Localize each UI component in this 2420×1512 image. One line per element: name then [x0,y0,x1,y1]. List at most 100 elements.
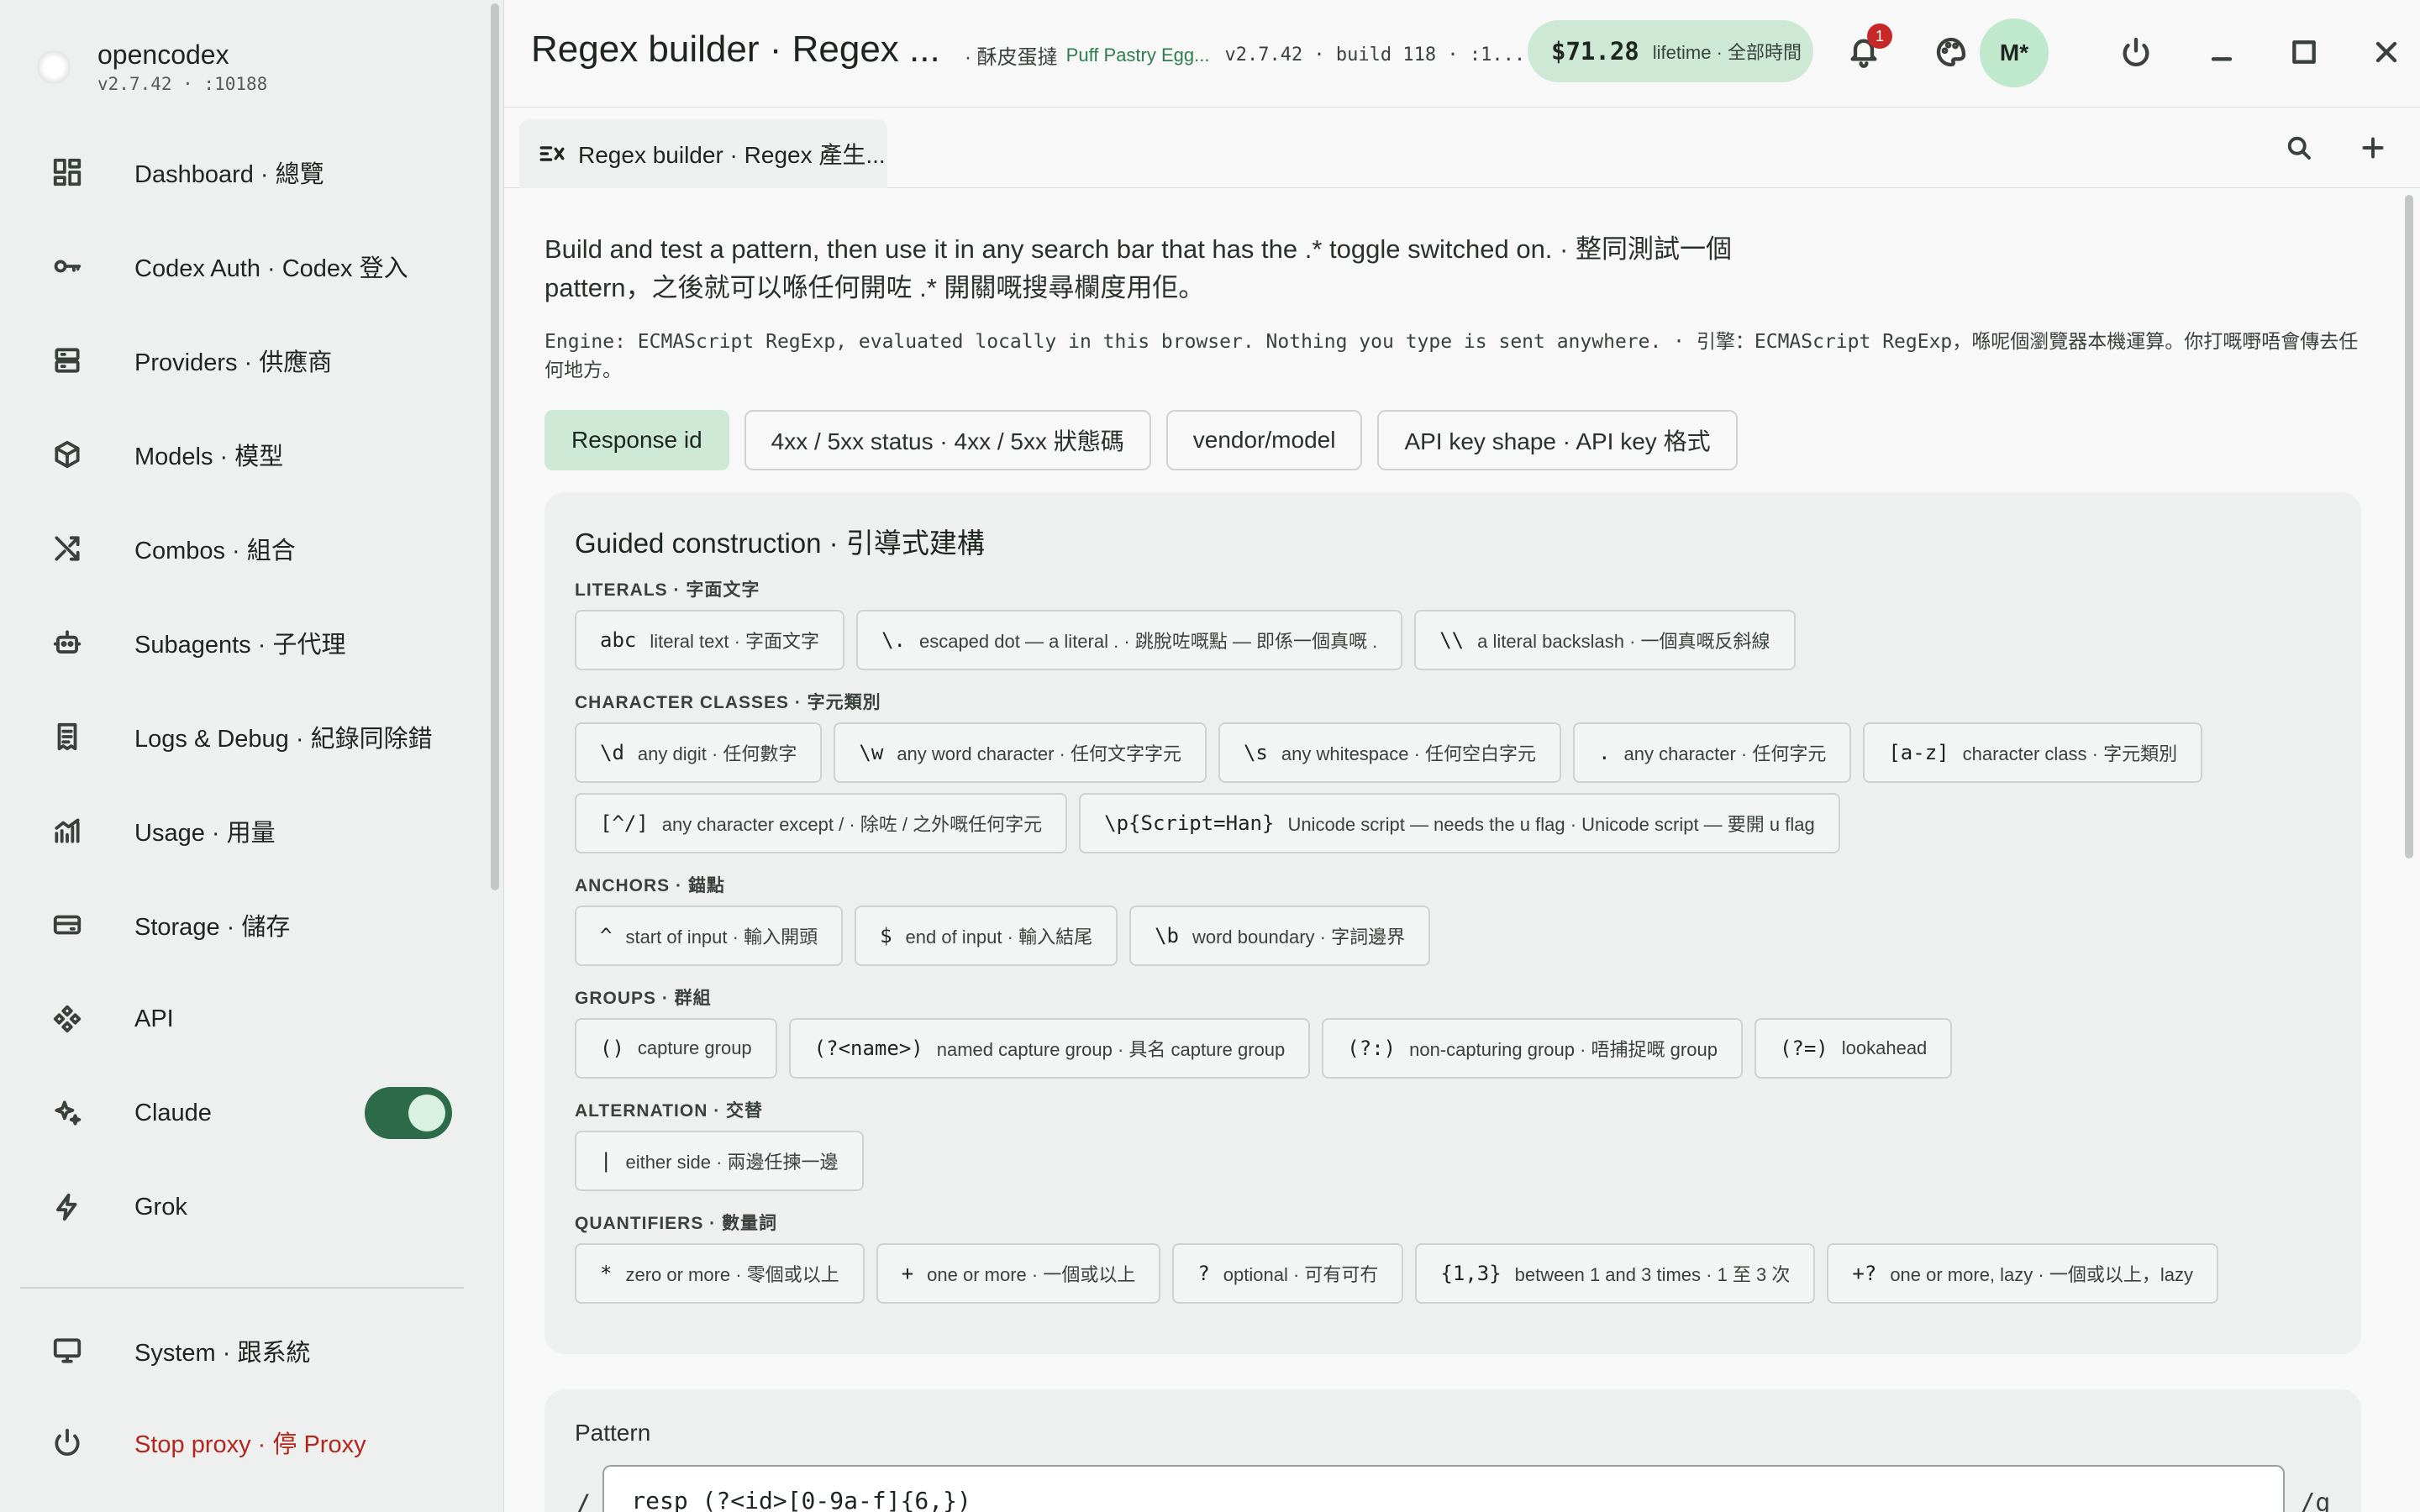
maximize-icon [2292,40,2316,64]
tab-label: Regex builder · Regex 產生... [578,142,886,168]
pattern-flags[interactable]: /g [2300,1488,2330,1512]
drive-icon [50,908,84,942]
sidebar-item-label: Codex Auth · Codex 登入 [134,255,408,282]
token-chip[interactable]: * zero or more · 零個或以上 [575,1243,865,1304]
token-chip[interactable]: abc literal text · 字面文字 [575,610,845,670]
preset-error-status[interactable]: 4xx / 5xx status · 4xx / 5xx 狀態碼 [744,410,1151,470]
token-chip[interactable]: (?=) lookahead [1754,1018,1953,1079]
app-logo-icon [37,50,71,84]
sidebar-item-usage[interactable]: Usage · 用量 [0,784,487,878]
token-chip[interactable]: +? one or more, lazy · 一個或以上，lazy [1827,1243,2218,1304]
token-chip[interactable]: \b word boundary · 字詞邊界 [1129,906,1431,966]
claude-toggle[interactable] [365,1087,452,1139]
preset-vendor-model[interactable]: vendor/model [1165,410,1363,470]
plus-icon [2362,137,2384,159]
token-chip[interactable]: + one or more · 一個或以上 [876,1243,1161,1304]
sidebar-item-dashboard[interactable]: Dashboard · 總覽 [0,125,487,219]
chip-row: | either side · 兩邊任揀一邊 [575,1131,864,1191]
sidebar-scrollbar[interactable] [487,0,502,1512]
top-header: Regex builder · Regex ... · 酥皮蛋撻 Puff Pa… [504,0,2420,108]
token-chip[interactable]: . any character · 任何字元 [1573,722,1852,783]
notification-count-badge: 1 [1867,24,1892,49]
token-chip[interactable]: \p{Script=Han} Unicode script — needs the… [1079,793,1840,853]
sidebar-item-label: Stop proxy · 停 Proxy [134,1431,366,1458]
token-chip[interactable]: | either side · 兩邊任揀一邊 [575,1131,864,1191]
maximize-button[interactable] [2277,25,2331,79]
sidebar-item-codex-auth[interactable]: Codex Auth · Codex 登入 [0,219,487,313]
token-chip[interactable]: (?:) non-capturing group · 唔捕捉嘅 group [1322,1018,1743,1079]
notifications-button[interactable]: 1 [1837,24,1892,79]
main-scrollbar-thumb[interactable] [2405,195,2413,858]
tab-regex-builder[interactable]: Regex builder · Regex 產生... [519,119,887,188]
engine-note: Engine: ECMAScript RegExp, evaluated loc… [544,331,2359,381]
dashboard-icon [50,155,84,189]
sidebar-item-combos[interactable]: Combos · 組合 [0,501,487,596]
token-chip[interactable]: \d any digit · 任何數字 [575,722,823,783]
meta-prefix: · 酥皮蛋撻 [965,46,1058,69]
main-content: Build and test a pattern, then use it in… [504,188,2395,1512]
token-chip[interactable]: ^ start of input · 輸入開頭 [575,906,844,966]
token-code: (?:) [1347,1037,1397,1060]
token-desc: any character except / · 除咗 / 之外嘅任何字元 [661,814,1043,835]
sidebar-divider [20,1287,464,1289]
token-chip[interactable]: ? optional · 可有可冇 [1172,1243,1404,1304]
brand[interactable]: opencodex v2.7.42 · :10188 [37,34,267,101]
theme-button[interactable] [1924,25,1978,79]
new-tab-button[interactable] [2349,124,2396,171]
cube-icon [50,438,84,471]
power-icon [50,1425,84,1459]
token-chip[interactable]: \s any whitespace · 任何空白字元 [1218,722,1562,783]
token-code: (?<name>) [813,1037,923,1060]
token-chip[interactable]: [^/] any character except / · 除咗 / 之外嘅任何字… [575,793,1068,853]
sidebar-item-subagents[interactable]: Subagents · 子代理 [0,596,487,690]
sidebar-scrollbar-thumb[interactable] [491,3,499,890]
token-chip[interactable]: {1,3} between 1 and 3 times · 1 至 3 次 [1415,1243,1816,1304]
token-desc: word boundary · 字詞邊界 [1192,927,1406,948]
minimize-button[interactable] [2195,25,2249,79]
token-desc: optional · 可有可冇 [1223,1264,1379,1285]
section-label-quantifiers: QUANTIFIERS · 數量詞 [575,1214,777,1233]
token-code: \b [1155,924,1179,948]
token-chip[interactable]: \. escaped dot — a literal . · 跳脫咗嘅點 — 即係… [856,610,1403,670]
close-icon [2375,41,2397,63]
sidebar-item-logs-debug[interactable]: Logs & Debug · 紀錄同除錯 [0,690,487,784]
token-code: \p{Script=Han} [1104,811,1275,835]
avatar[interactable]: M* [1980,18,2049,87]
preset-response-id[interactable]: Response id [544,410,729,470]
meta-codename: Puff Pastry Egg... [1065,44,1210,66]
token-chip[interactable]: [a-z] character class · 字元類別 [1863,722,2203,783]
sidebar-item-claude[interactable]: Claude [0,1066,487,1160]
sidebar-item-models[interactable]: Models · 模型 [0,407,487,501]
sidebar-item-stop-proxy[interactable]: Stop proxy · 停 Proxy [0,1397,487,1488]
sidebar-item-api[interactable]: API [0,972,487,1066]
lifetime-cost-badge[interactable]: $71.28 lifetime · 全部時間 [1528,20,1813,82]
sidebar-item-label: Storage · 儲存 [134,914,291,941]
token-code: \w [859,741,884,764]
main-scrollbar[interactable] [2402,188,2417,1512]
sidebar-nav: Dashboard · 總覽 Codex Auth · Codex 登入 Pro… [0,125,487,1254]
chip-row: ^ start of input · 輸入開頭 $ end of input · 輸… [575,906,1431,966]
token-chip[interactable]: \\ a literal backslash · 一個真嘅反斜線 [1414,610,1796,670]
sidebar-item-grok[interactable]: Grok [0,1160,487,1254]
token-chip[interactable]: $ end of input · 輸入結尾 [855,906,1118,966]
sidebar-item-label: Models · 模型 [134,444,284,470]
close-button[interactable] [2360,25,2413,79]
token-chip[interactable]: () capture group [575,1018,777,1079]
section-label-alternation: ALTERNATION · 交替 [575,1101,764,1121]
preset-api-key-shape[interactable]: API key shape · API key 格式 [1377,410,1738,470]
search-button[interactable] [2275,124,2323,171]
token-code: \s [1243,741,1268,764]
token-chip[interactable]: (?<name>) named capture group · 具名 captur… [788,1018,1311,1079]
pattern-input[interactable]: resp_(?<id>[0-9a-f]{6,}) [602,1465,2286,1512]
sidebar-item-system[interactable]: System · 跟系統 [0,1305,487,1397]
token-code: ? [1197,1262,1210,1285]
robot-icon [50,626,84,659]
token-desc: any whitespace · 任何空白字元 [1281,743,1537,764]
cost-amount: $71.28 [1551,37,1639,66]
token-chip[interactable]: \w any word character · 任何文字字元 [834,722,1207,783]
token-desc: character class · 字元類別 [1962,743,2178,764]
chip-row: abc literal text · 字面文字 \. escaped dot — a… [575,610,1796,670]
sidebar-item-storage[interactable]: Storage · 儲存 [0,878,487,972]
sidebar-item-providers[interactable]: Providers · 供應商 [0,313,487,407]
power-button[interactable] [2109,25,2163,79]
